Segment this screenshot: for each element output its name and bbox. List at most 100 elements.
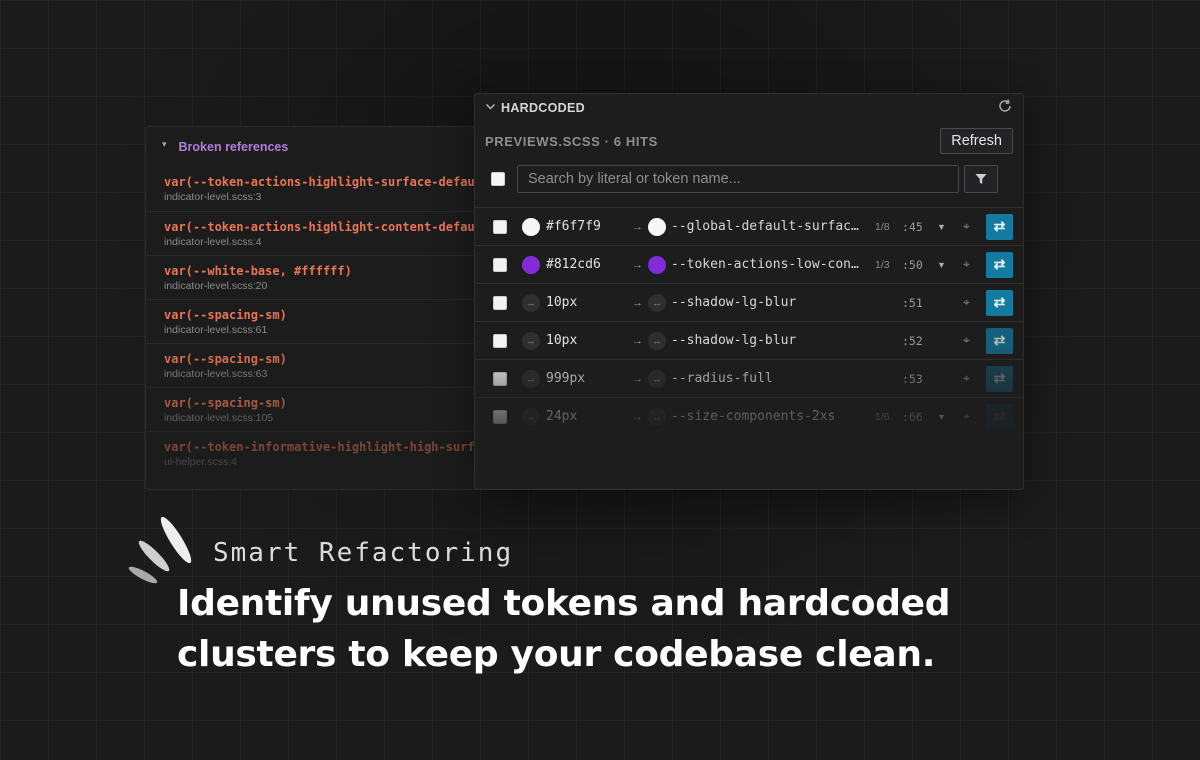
swap-button[interactable]: ⇄	[986, 327, 1013, 354]
token-dropdown-icon[interactable]: ▼	[937, 412, 946, 422]
arrow-right-icon: →	[632, 334, 643, 347]
search-row	[475, 161, 1023, 197]
headline-line-2: clusters to keep your codebase clean.	[177, 634, 936, 675]
broken-references-panel: ▾ Broken references var(--token-actions-…	[145, 126, 487, 490]
reference-code: var(--white-base, #ffffff)	[164, 264, 352, 278]
refresh-icon[interactable]	[997, 98, 1013, 118]
swap-button[interactable]: ⇄	[986, 213, 1013, 240]
search-input[interactable]	[517, 165, 959, 193]
reference-file: indicator-level.scss:63	[164, 368, 268, 380]
token-dropdown-icon[interactable]: ▼	[937, 222, 946, 232]
broken-reference-item[interactable]: var(--white-base, #ffffff) indicator-leve…	[146, 255, 486, 299]
swap-button[interactable]: ⇄	[986, 289, 1013, 316]
resize-icon: ↔	[522, 407, 540, 426]
hit-row[interactable]: ↔ 999px → ↔ --radius-full:53 ⌖ ⇄	[475, 360, 1023, 398]
reference-code: var(--token-actions-highlight-content-de…	[164, 220, 487, 234]
resize-icon: ↔	[522, 293, 540, 312]
token-name[interactable]: --global-default-surfac…	[671, 219, 868, 234]
crosshair-icon[interactable]: ⌖	[963, 257, 970, 272]
reference-code: var(--spacing-sm)	[164, 396, 287, 410]
broken-reference-item[interactable]: var(--token-actions-highlight-content-de…	[146, 211, 486, 255]
token-name[interactable]: --size-components-2xs	[671, 409, 868, 424]
literal-value: #f6f7f9	[546, 219, 601, 234]
literal-value: #812cd6	[546, 257, 601, 272]
resize-icon: ↔	[648, 369, 666, 388]
resize-icon: ↔	[522, 369, 540, 388]
token-name[interactable]: --shadow-lg-blur	[671, 333, 868, 348]
token-dropdown-icon[interactable]: ▼	[937, 260, 946, 270]
token-name[interactable]: --radius-full	[671, 371, 868, 386]
hit-row[interactable]: ↔ 10px → ↔ --shadow-lg-blur:52 ⌖ ⇄	[475, 322, 1023, 360]
crosshair-icon[interactable]: ⌖	[963, 219, 970, 234]
reference-file: indicator-level.scss:61	[164, 324, 268, 336]
row-checkbox[interactable]	[493, 371, 507, 386]
arrow-right-icon: →	[632, 410, 643, 423]
line-number[interactable]: :52	[902, 334, 930, 348]
broken-reference-item[interactable]: var(--spacing-sm) indicator-level.scss:10…	[146, 387, 486, 431]
resize-icon: ↔	[648, 331, 666, 350]
match-count: 1/6	[875, 410, 890, 423]
broken-reference-item[interactable]: var(--spacing-sm) indicator-level.scss:63	[146, 343, 486, 387]
caret-down-icon[interactable]: ▾	[162, 139, 167, 150]
refresh-button[interactable]: Refresh	[940, 128, 1013, 154]
hardcoded-panel: HARDCODED PREVIEWS.SCSS · 6 HITS Refresh…	[474, 93, 1024, 490]
swap-button[interactable]: ⇄	[986, 365, 1013, 392]
literal-value: 24px	[546, 409, 578, 424]
row-checkbox[interactable]	[493, 257, 507, 272]
broken-reference-item[interactable]: var(--token-actions-highlight-surface-de…	[146, 167, 486, 211]
swap-button[interactable]: ⇄	[986, 403, 1013, 430]
resize-icon: ↔	[648, 293, 666, 312]
line-number[interactable]: :51	[902, 296, 930, 310]
arrow-right-icon: →	[632, 372, 643, 385]
crosshair-icon[interactable]: ⌖	[963, 409, 970, 424]
filter-button[interactable]	[964, 165, 998, 193]
chevron-down-icon[interactable]	[485, 101, 501, 115]
resize-icon: ↔	[522, 331, 540, 350]
line-number[interactable]: :53	[902, 372, 930, 386]
token-color-swatch	[648, 217, 666, 236]
reference-file: indicator-level.scss:3	[164, 191, 262, 203]
reference-code: var(--spacing-sm)	[164, 308, 287, 322]
hit-row[interactable]: #f6f7f9 → --global-default-surfac… 1/8:45 ▼ ⌖…	[475, 208, 1023, 246]
arrow-right-icon: →	[632, 258, 643, 271]
broken-reference-item[interactable]: var(--token-informative-highlight-high-s…	[146, 431, 486, 475]
token-name[interactable]: --shadow-lg-blur	[671, 295, 868, 310]
row-checkbox[interactable]	[493, 295, 507, 310]
crosshair-icon[interactable]: ⌖	[963, 295, 970, 310]
crosshair-icon[interactable]: ⌖	[963, 333, 970, 348]
broken-references-title: Broken references	[178, 140, 289, 154]
hit-row[interactable]: ↔ 24px → ↔ --size-components-2xs 1/6:66 ▼ ⌖ ⇄	[475, 398, 1023, 436]
file-hits-label: PREVIEWS.SCSS · 6 HITS	[485, 133, 658, 149]
feature-kicker: Smart Refactoring	[213, 538, 514, 568]
reference-file: indicator-level.scss:105	[164, 412, 274, 424]
reference-code: var(--spacing-sm)	[164, 352, 287, 366]
token-name[interactable]: --token-actions-low-con…	[671, 257, 868, 272]
filter-icon	[975, 174, 987, 184]
token-color-swatch	[648, 255, 666, 274]
reference-code: var(--token-informative-highlight-high-s…	[164, 440, 487, 454]
row-checkbox[interactable]	[493, 219, 507, 234]
line-number[interactable]: :66	[902, 410, 930, 424]
swap-button[interactable]: ⇄	[986, 251, 1013, 278]
hit-row[interactable]: ↔ 10px → ↔ --shadow-lg-blur :51 ⌖ ⇄	[475, 284, 1023, 322]
reference-file: ui-helper.scss:4	[164, 456, 237, 468]
line-number[interactable]: :50	[902, 258, 930, 272]
broken-reference-item[interactable]: var(--spacing-sm) indicator-level.scss:61	[146, 299, 486, 343]
hit-row[interactable]: #812cd6 → --token-actions-low-con… 1/3 :50 ▼ ⌖…	[475, 246, 1023, 284]
arrow-right-icon: →	[632, 296, 643, 309]
reference-code: var(--token-actions-highlight-surface-de…	[164, 175, 487, 189]
row-checkbox[interactable]	[493, 333, 507, 348]
reference-file: indicator-level.scss:4	[164, 236, 262, 248]
broken-references-list: var(--token-actions-highlight-surface-de…	[146, 167, 486, 475]
hardcoded-title: HARDCODED	[501, 101, 585, 115]
color-swatch	[522, 255, 540, 274]
arrow-right-icon: →	[632, 220, 643, 233]
literal-value: 10px	[546, 295, 578, 310]
crosshair-icon[interactable]: ⌖	[963, 371, 970, 386]
match-count: 1/3	[875, 258, 890, 271]
line-number[interactable]: :45	[902, 220, 930, 234]
hardcoded-header: HARDCODED	[475, 94, 1023, 122]
row-checkbox[interactable]	[493, 409, 507, 424]
select-all-checkbox[interactable]	[491, 172, 505, 186]
broken-references-header[interactable]: ▾ Broken references	[146, 127, 486, 167]
